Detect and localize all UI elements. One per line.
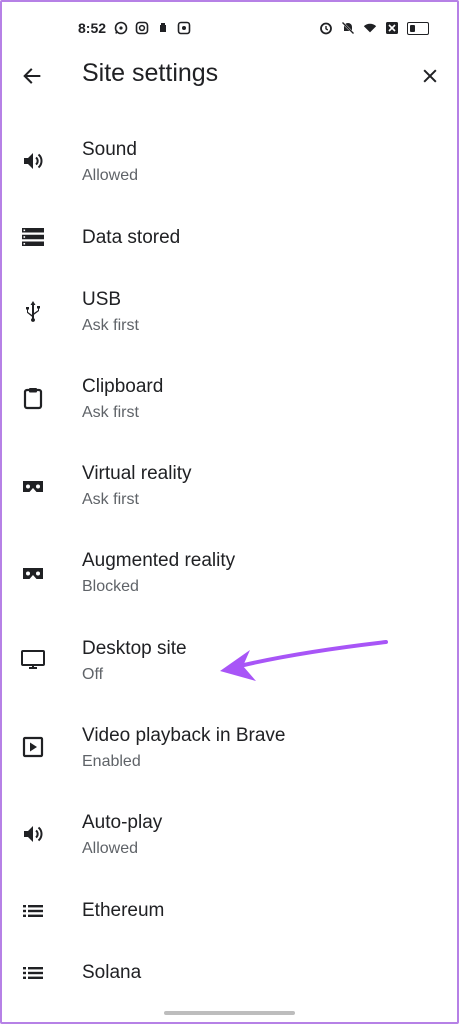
mute-icon bbox=[341, 21, 355, 35]
notification-icon bbox=[160, 23, 166, 32]
signal-off-icon bbox=[386, 22, 398, 34]
status-bar: 8:52 bbox=[0, 14, 459, 42]
setting-row-solana[interactable]: Solana bbox=[0, 940, 459, 1010]
vr-headset-icon bbox=[20, 560, 46, 586]
setting-subtitle: Ask first bbox=[82, 491, 139, 508]
setting-row-augmented-reality[interactable]: Augmented reality Blocked bbox=[0, 539, 459, 609]
clipboard-icon bbox=[20, 385, 46, 411]
setting-row-auto-play[interactable]: Auto-play Allowed bbox=[0, 801, 459, 871]
instagram-icon bbox=[135, 21, 149, 35]
setting-title: Data stored bbox=[82, 227, 181, 248]
setting-row-usb[interactable]: USB Ask first bbox=[0, 278, 459, 348]
app-bar: Site settings bbox=[0, 48, 459, 104]
status-time: 8:52 bbox=[78, 20, 107, 36]
setting-subtitle: Ask first bbox=[82, 317, 139, 334]
setting-title: Ethereum bbox=[82, 900, 165, 921]
list-icon bbox=[20, 898, 46, 924]
setting-subtitle: Off bbox=[82, 666, 104, 683]
setting-row-data-stored[interactable]: Data stored bbox=[0, 205, 459, 275]
setting-row-clipboard[interactable]: Clipboard Ask first bbox=[0, 365, 459, 435]
setting-row-sound[interactable]: Sound Allowed bbox=[0, 128, 459, 198]
setting-title: Video playback in Brave bbox=[82, 725, 286, 746]
setting-row-ethereum[interactable]: Ethereum bbox=[0, 878, 459, 948]
wifi-icon bbox=[363, 23, 377, 33]
alarm-icon bbox=[320, 22, 332, 35]
app-icon bbox=[177, 21, 191, 35]
setting-subtitle: Ask first bbox=[82, 404, 139, 421]
volume-icon bbox=[20, 148, 46, 174]
setting-subtitle: Blocked bbox=[82, 578, 139, 595]
setting-subtitle: Allowed bbox=[82, 167, 139, 184]
setting-title: Sound bbox=[82, 139, 137, 160]
status-left-icons bbox=[114, 21, 191, 35]
vr-headset-icon bbox=[20, 473, 46, 499]
setting-title: Augmented reality bbox=[82, 550, 236, 571]
page-title: Site settings bbox=[82, 59, 219, 87]
volume-icon bbox=[20, 821, 46, 847]
whatsapp-icon bbox=[114, 21, 128, 35]
close-icon bbox=[423, 69, 437, 83]
setting-title: Virtual reality bbox=[82, 463, 192, 484]
setting-subtitle: Enabled bbox=[82, 753, 141, 770]
setting-title: Desktop site bbox=[82, 638, 187, 659]
setting-row-video-playback[interactable]: Video playback in Brave Enabled bbox=[0, 714, 459, 784]
desktop-icon bbox=[20, 647, 46, 673]
setting-title: Clipboard bbox=[82, 376, 164, 397]
storage-icon bbox=[20, 224, 46, 250]
battery-icon bbox=[407, 21, 429, 35]
setting-title: Auto-play bbox=[82, 812, 163, 833]
usb-icon bbox=[20, 298, 46, 324]
setting-title: USB bbox=[82, 289, 122, 310]
close-button[interactable] bbox=[414, 60, 446, 92]
video-playback-icon bbox=[20, 734, 46, 760]
back-button[interactable] bbox=[16, 60, 48, 92]
status-right-icons bbox=[319, 21, 429, 35]
arrow-back-icon bbox=[23, 68, 41, 84]
gesture-nav-bar[interactable] bbox=[164, 1011, 295, 1015]
setting-row-virtual-reality[interactable]: Virtual reality Ask first bbox=[0, 452, 459, 522]
setting-title: Solana bbox=[82, 962, 142, 983]
list-icon bbox=[20, 960, 46, 986]
setting-row-desktop-site[interactable]: Desktop site Off bbox=[0, 627, 459, 697]
setting-subtitle: Allowed bbox=[82, 840, 139, 857]
